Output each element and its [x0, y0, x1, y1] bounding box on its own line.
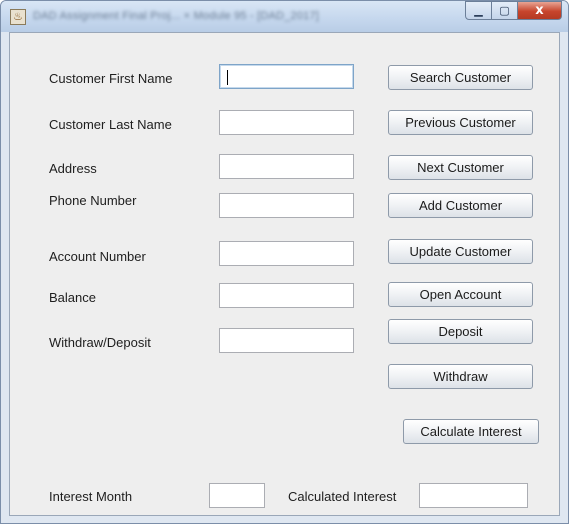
deposit-button[interactable]: Deposit	[388, 319, 533, 344]
window-controls: ▁ ▢ x	[465, 1, 562, 22]
last-name-label: Customer Last Name	[49, 117, 172, 132]
balance-field[interactable]	[219, 283, 354, 308]
customer-form-panel: Customer First Name Customer Last Name A…	[9, 32, 560, 516]
withdraw-deposit-label: Withdraw/Deposit	[49, 335, 151, 350]
last-name-field[interactable]	[219, 110, 354, 135]
balance-label: Balance	[49, 290, 96, 305]
title-bar[interactable]: ♨ DAD Assignment Final Proj... × Module …	[1, 1, 568, 32]
open-account-button[interactable]: Open Account	[388, 282, 533, 307]
calculated-interest-field[interactable]	[419, 483, 528, 508]
close-button[interactable]: x	[518, 1, 562, 20]
account-number-field[interactable]	[219, 241, 354, 266]
maximize-icon: ▢	[499, 4, 510, 17]
maximize-button[interactable]: ▢	[492, 1, 518, 20]
phone-number-label: Phone Number	[49, 193, 137, 208]
first-name-label: Customer First Name	[49, 71, 173, 86]
calculate-interest-button[interactable]: Calculate Interest	[403, 419, 539, 444]
close-icon: x	[535, 3, 544, 18]
withdraw-button[interactable]: Withdraw	[388, 364, 533, 389]
phone-number-field[interactable]	[219, 193, 354, 218]
add-customer-button[interactable]: Add Customer	[388, 193, 533, 218]
text-caret	[227, 70, 228, 85]
app-window: ♨ DAD Assignment Final Proj... × Module …	[0, 0, 569, 524]
address-label: Address	[49, 161, 97, 176]
interest-month-label: Interest Month	[49, 489, 133, 504]
account-number-label: Account Number	[49, 249, 146, 264]
update-customer-button[interactable]: Update Customer	[388, 239, 533, 264]
next-customer-button[interactable]: Next Customer	[388, 155, 533, 180]
search-customer-button[interactable]: Search Customer	[388, 65, 533, 90]
address-field[interactable]	[219, 154, 354, 179]
first-name-field[interactable]	[219, 64, 354, 89]
previous-customer-button[interactable]: Previous Customer	[388, 110, 533, 135]
interest-month-field[interactable]	[209, 483, 265, 508]
calculated-interest-label: Calculated Interest	[288, 489, 397, 504]
java-app-icon: ♨	[10, 9, 26, 25]
withdraw-deposit-field[interactable]	[219, 328, 354, 353]
minimize-button[interactable]: ▁	[465, 1, 492, 20]
minimize-icon: ▁	[474, 4, 483, 17]
window-title: DAD Assignment Final Proj... × Module 95…	[33, 10, 320, 22]
